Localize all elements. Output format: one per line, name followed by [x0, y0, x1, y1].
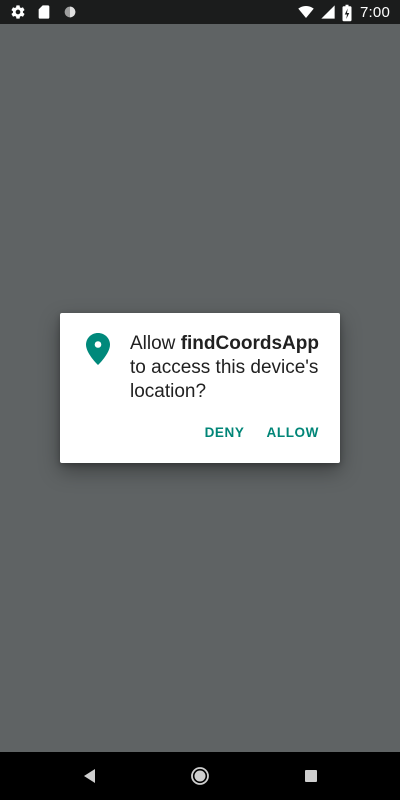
- sd-card-icon: [36, 4, 52, 20]
- clock: 7:00: [360, 3, 390, 21]
- message-suffix: to access this device's location?: [130, 357, 319, 402]
- navigation-bar: [0, 752, 400, 800]
- status-left-icons: [10, 3, 78, 21]
- recents-icon[interactable]: [301, 766, 321, 786]
- permission-dialog: Allow findCoordsApp to access this devic…: [60, 313, 340, 463]
- home-icon[interactable]: [190, 766, 210, 786]
- allow-button[interactable]: ALLOW: [262, 421, 325, 444]
- back-icon[interactable]: [80, 766, 100, 786]
- cell-signal-icon: [320, 4, 336, 20]
- app-name: findCoordsApp: [180, 333, 319, 354]
- status-right-icons: 7:00: [298, 3, 390, 22]
- dialog-actions: DENY ALLOW: [200, 421, 324, 444]
- screen: 7:00 Allow findCoordsApp to access this …: [0, 0, 400, 800]
- circle-icon: [62, 4, 78, 20]
- message-prefix: Allow: [130, 333, 181, 354]
- deny-button[interactable]: DENY: [200, 421, 250, 444]
- status-bar: 7:00: [0, 0, 400, 24]
- location-pin-icon: [86, 333, 110, 365]
- wifi-icon: [298, 4, 314, 20]
- battery-charging-icon: [342, 4, 352, 22]
- dialog-message: Allow findCoordsApp to access this devic…: [130, 332, 330, 404]
- settings-icon: [10, 4, 26, 20]
